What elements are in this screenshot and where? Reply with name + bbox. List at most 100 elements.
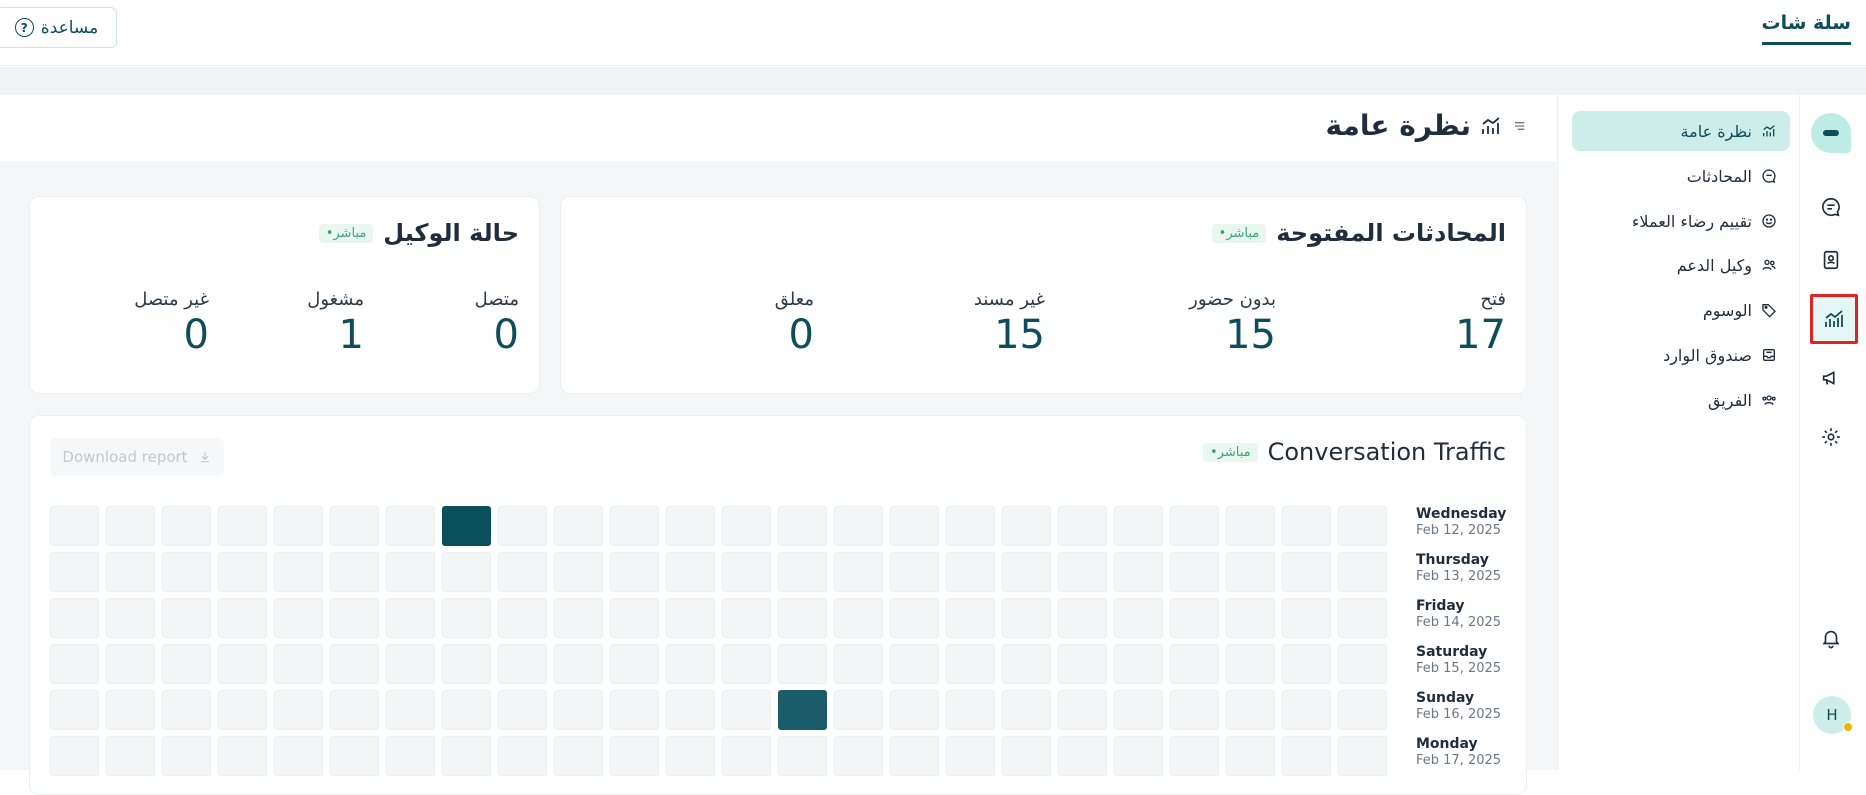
heatmap-cell[interactable]	[274, 690, 323, 730]
heatmap-cell[interactable]	[834, 598, 883, 638]
heatmap-cell[interactable]	[1170, 552, 1219, 592]
heatmap-cell[interactable]	[890, 552, 939, 592]
heatmap-cell[interactable]	[722, 506, 771, 546]
heatmap-cell[interactable]	[1114, 552, 1163, 592]
heatmap-cell[interactable]	[386, 690, 435, 730]
heatmap-cell[interactable]	[1058, 644, 1107, 684]
heatmap-cell[interactable]	[274, 552, 323, 592]
heatmap-cell[interactable]	[1170, 598, 1219, 638]
nav-item-overview[interactable]: نظرة عامة	[1572, 111, 1790, 151]
heatmap-cell[interactable]	[218, 598, 267, 638]
heatmap-cell[interactable]	[442, 644, 491, 684]
heatmap-cell[interactable]	[50, 690, 99, 730]
heatmap-cell[interactable]	[106, 552, 155, 592]
heatmap-cell[interactable]	[610, 690, 659, 730]
heatmap-cell[interactable]	[722, 736, 771, 776]
brand-tab[interactable]: سلة شات	[1761, 12, 1851, 45]
nav-item-csat[interactable]: تقييم رضاء العملاء	[1572, 201, 1790, 241]
heatmap-cell[interactable]	[1338, 736, 1387, 776]
notifications-bell-icon[interactable]	[1814, 621, 1848, 655]
heatmap-cell[interactable]	[162, 736, 211, 776]
heatmap-cell[interactable]	[1226, 506, 1275, 546]
heatmap-cell[interactable]	[442, 506, 491, 546]
heatmap-cell[interactable]	[554, 690, 603, 730]
heatmap-cell[interactable]	[274, 598, 323, 638]
heatmap-cell[interactable]	[1002, 736, 1051, 776]
heatmap-cell[interactable]	[890, 644, 939, 684]
conversations-rail-icon[interactable]	[1814, 190, 1848, 224]
heatmap-cell[interactable]	[890, 736, 939, 776]
heatmap-cell[interactable]	[1282, 598, 1331, 638]
heatmap-cell[interactable]	[1282, 690, 1331, 730]
heatmap-cell[interactable]	[834, 552, 883, 592]
heatmap-cell[interactable]	[442, 598, 491, 638]
heatmap-cell[interactable]	[498, 736, 547, 776]
heatmap-cell[interactable]	[162, 644, 211, 684]
heatmap-cell[interactable]	[50, 598, 99, 638]
settings-gear-icon[interactable]	[1814, 420, 1848, 454]
heatmap-cell[interactable]	[498, 598, 547, 638]
heatmap-cell[interactable]	[778, 506, 827, 546]
heatmap-cell[interactable]	[610, 506, 659, 546]
heatmap-cell[interactable]	[1282, 644, 1331, 684]
heatmap-cell[interactable]	[834, 736, 883, 776]
heatmap-cell[interactable]	[1058, 552, 1107, 592]
heatmap-cell[interactable]	[834, 644, 883, 684]
app-logo[interactable]	[1811, 113, 1851, 153]
heatmap-cell[interactable]	[946, 736, 995, 776]
heatmap-cell[interactable]	[498, 506, 547, 546]
heatmap-cell[interactable]	[50, 506, 99, 546]
heatmap-cell[interactable]	[1002, 506, 1051, 546]
heatmap-cell[interactable]	[778, 736, 827, 776]
heatmap-cell[interactable]	[1058, 506, 1107, 546]
heatmap-cell[interactable]	[218, 690, 267, 730]
heatmap-cell[interactable]	[1338, 644, 1387, 684]
heatmap-cell[interactable]	[1282, 552, 1331, 592]
heatmap-cell[interactable]	[274, 644, 323, 684]
heatmap-cell[interactable]	[1338, 552, 1387, 592]
menu-lines-icon[interactable]	[1511, 118, 1527, 134]
heatmap-cell[interactable]	[834, 690, 883, 730]
heatmap-cell[interactable]	[1058, 598, 1107, 638]
heatmap-cell[interactable]	[1338, 690, 1387, 730]
heatmap-cell[interactable]	[106, 736, 155, 776]
heatmap-cell[interactable]	[498, 552, 547, 592]
user-avatar[interactable]: H	[1813, 696, 1853, 734]
heatmap-cell[interactable]	[106, 598, 155, 638]
heatmap-cell[interactable]	[778, 598, 827, 638]
nav-item-agents[interactable]: وكيل الدعم	[1572, 245, 1790, 285]
heatmap-cell[interactable]	[162, 552, 211, 592]
heatmap-cell[interactable]	[1170, 690, 1219, 730]
heatmap-cell[interactable]	[722, 598, 771, 638]
heatmap-cell[interactable]	[386, 598, 435, 638]
heatmap-cell[interactable]	[442, 552, 491, 592]
heatmap-cell[interactable]	[554, 552, 603, 592]
reports-chart-icon[interactable]	[1810, 294, 1858, 344]
heatmap-cell[interactable]	[946, 598, 995, 638]
heatmap-cell[interactable]	[778, 690, 827, 730]
heatmap-cell[interactable]	[1338, 506, 1387, 546]
nav-item-inbox[interactable]: صندوق الوارد	[1572, 335, 1790, 375]
help-button[interactable]: ? مساعدة	[0, 7, 117, 48]
heatmap-cell[interactable]	[50, 644, 99, 684]
heatmap-cell[interactable]	[1002, 552, 1051, 592]
heatmap-cell[interactable]	[554, 736, 603, 776]
heatmap-cell[interactable]	[274, 736, 323, 776]
heatmap-cell[interactable]	[610, 644, 659, 684]
heatmap-cell[interactable]	[666, 644, 715, 684]
campaigns-megaphone-icon[interactable]	[1814, 361, 1848, 395]
heatmap-cell[interactable]	[1282, 506, 1331, 546]
heatmap-cell[interactable]	[834, 506, 883, 546]
heatmap-cell[interactable]	[386, 736, 435, 776]
heatmap-cell[interactable]	[106, 644, 155, 684]
heatmap-cell[interactable]	[330, 552, 379, 592]
heatmap-cell[interactable]	[1226, 598, 1275, 638]
heatmap-cell[interactable]	[1282, 736, 1331, 776]
heatmap-cell[interactable]	[386, 644, 435, 684]
heatmap-cell[interactable]	[1058, 736, 1107, 776]
heatmap-cell[interactable]	[330, 644, 379, 684]
heatmap-cell[interactable]	[1114, 736, 1163, 776]
heatmap-cell[interactable]	[946, 644, 995, 684]
heatmap-cell[interactable]	[274, 506, 323, 546]
heatmap-cell[interactable]	[498, 644, 547, 684]
